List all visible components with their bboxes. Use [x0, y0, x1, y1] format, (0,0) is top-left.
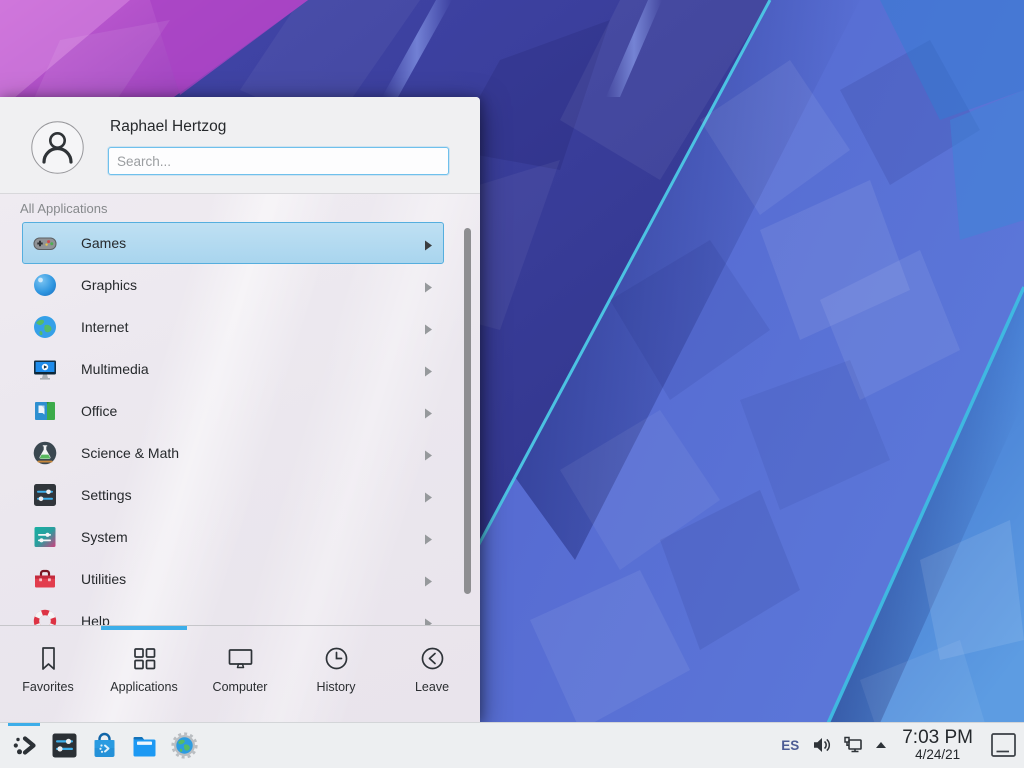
user-avatar[interactable]: [31, 121, 84, 174]
flask-icon: [31, 439, 59, 467]
sphere-icon: [31, 271, 59, 299]
tab-leave[interactable]: Leave: [384, 626, 480, 722]
tab-computer[interactable]: Computer: [192, 626, 288, 722]
category-label: Internet: [81, 319, 128, 335]
system-tray: ES 7:03 PM 4/24/21: [778, 728, 1018, 762]
tab-label: Applications: [110, 680, 177, 694]
tab-label: History: [317, 680, 356, 694]
volume-icon[interactable]: [811, 734, 833, 756]
submenu-arrow-icon: [424, 532, 433, 543]
category-label: Settings: [81, 487, 132, 503]
submenu-arrow-icon: [424, 574, 433, 585]
toolbox-icon: [31, 565, 59, 593]
tab-label: Favorites: [22, 680, 73, 694]
category-settings[interactable]: Settings: [22, 474, 444, 516]
submenu-arrow-icon: [424, 238, 433, 249]
category-utilities[interactable]: Utilities: [22, 558, 444, 600]
web-browser-button[interactable]: [164, 723, 204, 768]
leave-icon: [417, 643, 448, 674]
system-settings-icon: [49, 730, 80, 761]
category-label: Utilities: [81, 571, 126, 587]
submenu-arrow-icon: [424, 364, 433, 375]
application-launcher-button[interactable]: [4, 723, 44, 768]
category-multimedia[interactable]: Multimedia: [22, 348, 444, 390]
network-icon[interactable]: [842, 734, 864, 756]
discover-icon: [89, 730, 120, 761]
keyboard-layout-indicator[interactable]: ES: [778, 738, 802, 753]
tab-favorites[interactable]: Favorites: [0, 626, 96, 722]
system-settings-button[interactable]: [44, 723, 84, 768]
search-input[interactable]: [108, 147, 449, 175]
category-label: Multimedia: [81, 361, 149, 377]
folder-icon: [129, 730, 160, 761]
submenu-arrow-icon: [424, 406, 433, 417]
category-help[interactable]: Help: [22, 600, 444, 625]
section-label: All Applications: [20, 201, 107, 216]
discover-button[interactable]: [84, 723, 124, 768]
clock-icon: [321, 643, 352, 674]
app-grid-icon: [129, 643, 160, 674]
bookmark-icon: [33, 643, 64, 674]
submenu-arrow-icon: [424, 490, 433, 501]
taskbar: ES 7:03 PM 4/24/21: [0, 722, 1024, 768]
expand-tray-icon[interactable]: [873, 737, 889, 753]
time: 7:03 PM: [902, 728, 973, 748]
submenu-arrow-icon: [424, 616, 433, 626]
category-label: System: [81, 529, 128, 545]
documents-icon: [31, 397, 59, 425]
submenu-arrow-icon: [424, 448, 433, 459]
category-label: Science & Math: [81, 445, 179, 461]
kickoff-icon: [9, 730, 40, 761]
submenu-arrow-icon: [424, 280, 433, 291]
category-science-math[interactable]: Science & Math: [22, 432, 444, 474]
category-office[interactable]: Office: [22, 390, 444, 432]
date: 4/24/21: [902, 748, 973, 762]
tab-label: Computer: [213, 680, 268, 694]
category-label: Games: [81, 235, 126, 251]
list-scrollbar[interactable]: [464, 228, 471, 594]
monitor-play-icon: [31, 355, 59, 383]
submenu-arrow-icon: [424, 322, 433, 333]
show-desktop-button[interactable]: [990, 732, 1018, 759]
category-system[interactable]: System: [22, 516, 444, 558]
file-manager-button[interactable]: [124, 723, 164, 768]
sliders-color-icon: [31, 523, 59, 551]
launcher-tab-bar: Favorites Applications Computer: [0, 625, 480, 722]
globe-icon: [31, 313, 59, 341]
globe-gear-icon: [169, 730, 200, 761]
launcher-header: Raphael Hertzog: [0, 97, 480, 194]
category-games[interactable]: Games: [22, 222, 444, 264]
category-internet[interactable]: Internet: [22, 306, 444, 348]
lifebuoy-icon: [31, 607, 59, 625]
gamepad-icon: [31, 229, 59, 257]
category-label: Graphics: [81, 277, 137, 293]
clock[interactable]: 7:03 PM 4/24/21: [902, 728, 973, 762]
desktop: Raphael Hertzog All Applications Games: [0, 0, 1024, 768]
computer-icon: [225, 643, 256, 674]
application-launcher-menu: Raphael Hertzog All Applications Games: [0, 97, 480, 722]
category-label: Office: [81, 403, 117, 419]
category-graphics[interactable]: Graphics: [22, 264, 444, 306]
sliders-dark-icon: [31, 481, 59, 509]
tab-applications[interactable]: Applications: [96, 626, 192, 722]
category-list: Games Graphics: [0, 222, 480, 625]
category-label: Help: [81, 613, 110, 625]
tab-history[interactable]: History: [288, 626, 384, 722]
user-name: Raphael Hertzog: [110, 118, 226, 136]
tab-label: Leave: [415, 680, 449, 694]
